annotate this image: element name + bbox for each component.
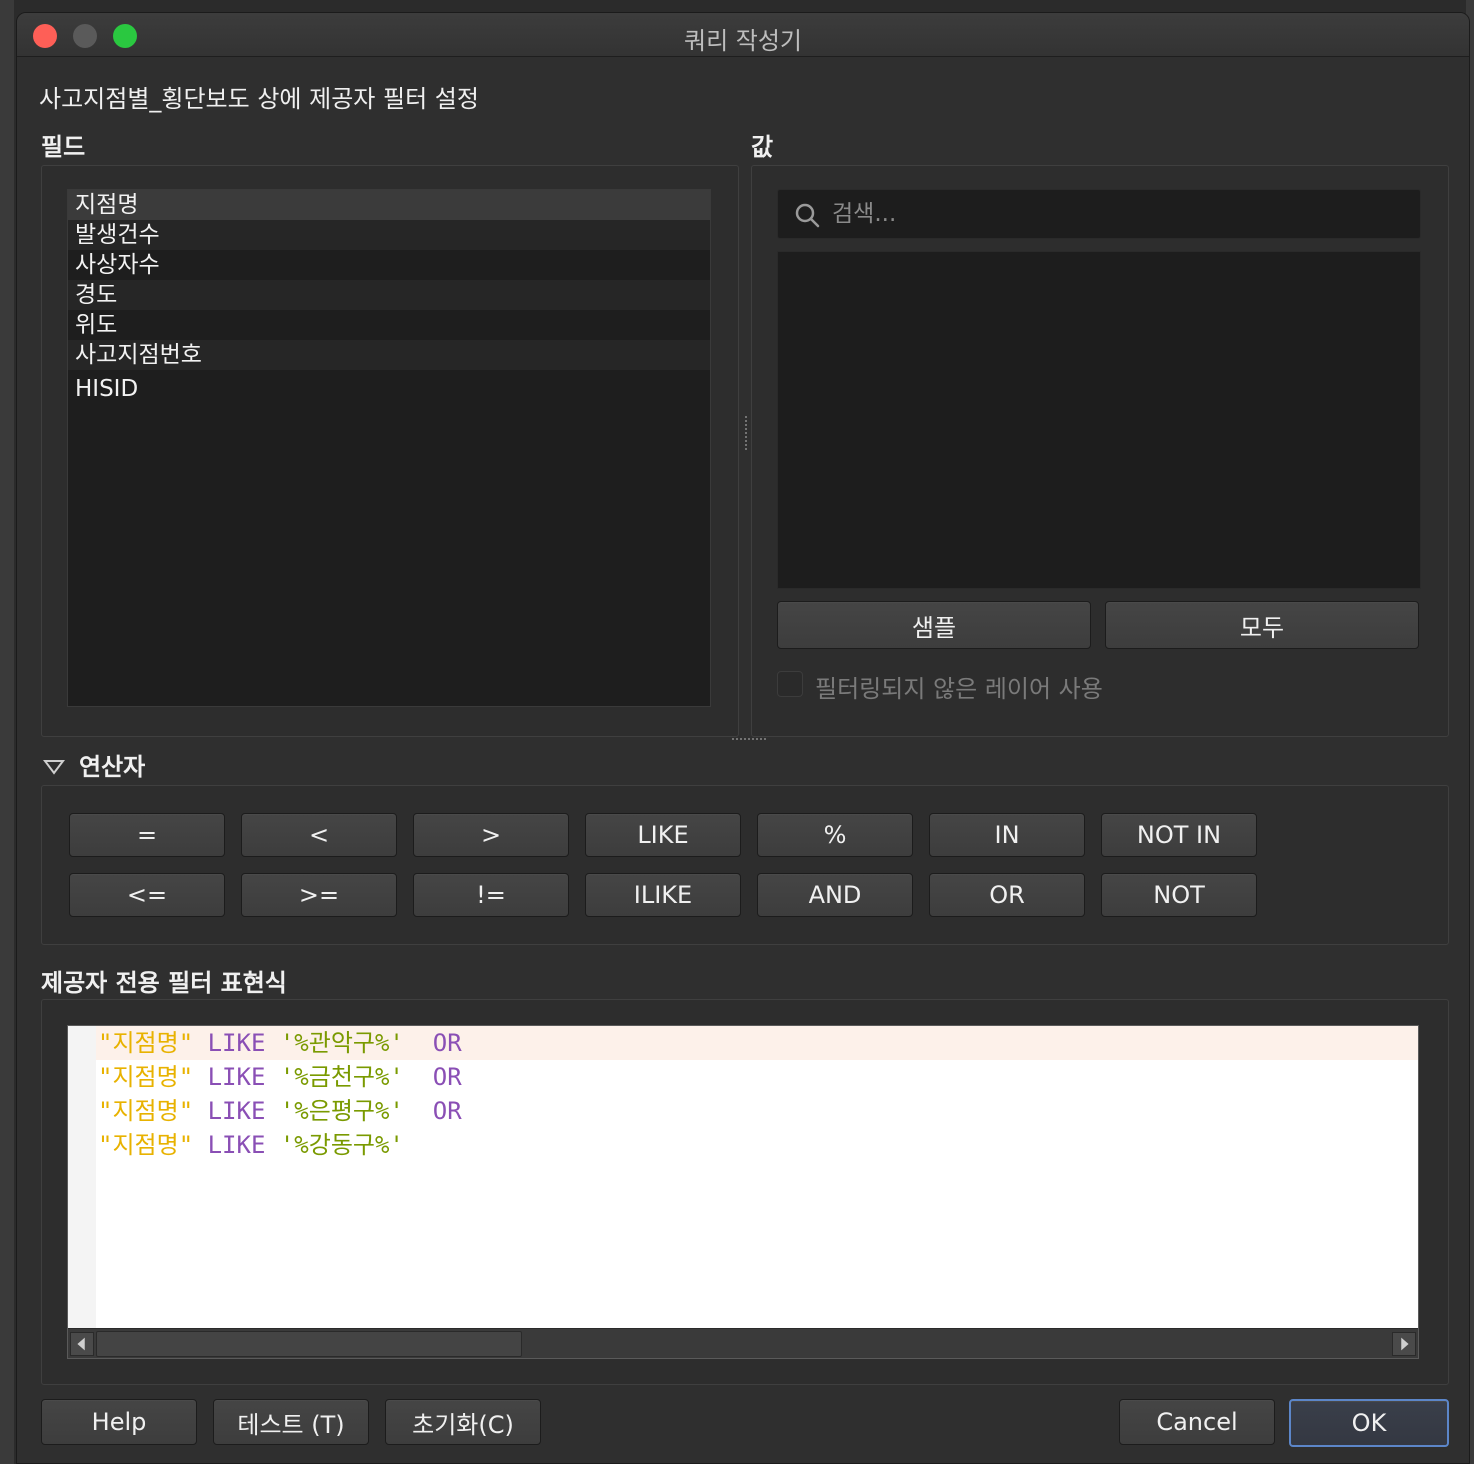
cancel-button[interactable]: Cancel (1119, 1399, 1275, 1445)
code-keyword-token: LIKE (207, 1097, 266, 1125)
operator-less-equal-button[interactable]: <= (69, 873, 225, 917)
dialog-heading: 사고지점별_횡단보도 상에 제공자 필터 설정 (39, 85, 479, 113)
operator-greater-than-button[interactable]: > (413, 813, 569, 857)
operator-not-button[interactable]: NOT (1101, 873, 1257, 917)
code-line: "지점명" LIKE '%은평구%' OR (96, 1094, 1418, 1128)
code-line: "지점명" LIKE '%관악구%' OR (96, 1026, 1418, 1060)
background-app-strip-left (0, 0, 14, 1464)
operator-greater-equal-button[interactable]: >= (241, 873, 397, 917)
operator-ilike-button[interactable]: ILIKE (585, 873, 741, 917)
code-string-token: '%금천구%' (279, 1063, 404, 1091)
all-values-button[interactable]: 모두 (1105, 601, 1419, 649)
scroll-right-button[interactable] (1392, 1332, 1416, 1356)
collapse-triangle-icon[interactable] (43, 759, 65, 775)
operator-equals-button[interactable]: = (69, 813, 225, 857)
expression-editor[interactable]: "지점명" LIKE '%관악구%' OR "지점명" LIKE '%금천구%'… (67, 1025, 1419, 1359)
title-bar[interactable]: 쿼리 작성기 (17, 13, 1469, 57)
field-list-item[interactable]: 경도 (68, 280, 710, 310)
use-unfiltered-layer-label: 필터링되지 않은 레이어 사용 (815, 675, 1103, 703)
editor-gutter (68, 1026, 96, 1328)
code-string-token: '%은평구%' (279, 1097, 404, 1125)
window-title: 쿼리 작성기 (683, 27, 803, 55)
code-field-token: "지점명" (98, 1097, 194, 1125)
code-keyword-token: LIKE (207, 1131, 266, 1159)
field-list-item[interactable]: 사상자수 (68, 250, 710, 280)
editor-code-area[interactable]: "지점명" LIKE '%관악구%' OR "지점명" LIKE '%금천구%'… (96, 1026, 1418, 1328)
code-field-token: "지점명" (98, 1063, 194, 1091)
values-label: 값 (751, 133, 774, 161)
fields-label: 필드 (41, 133, 86, 161)
operator-not-equal-button[interactable]: != (413, 873, 569, 917)
field-list[interactable]: 지점명 발생건수 사상자수 경도 위도 사고지점번호 HISID (67, 189, 711, 707)
test-button[interactable]: 테스트 (T) (213, 1399, 369, 1445)
code-line: "지점명" LIKE '%강동구%' (96, 1128, 1418, 1162)
code-keyword-token: OR (432, 1029, 462, 1057)
reset-button[interactable]: 초기화(C) (385, 1399, 541, 1445)
code-field-token: "지점명" (98, 1029, 194, 1057)
horizontal-scrollbar[interactable] (68, 1328, 1418, 1358)
arrow-left-icon (77, 1337, 85, 1351)
scroll-left-button[interactable] (70, 1332, 94, 1356)
code-line: "지점명" LIKE '%금천구%' OR (96, 1060, 1418, 1094)
field-list-item[interactable]: HISID (68, 374, 710, 404)
value-search-input[interactable] (832, 190, 1392, 238)
search-icon (795, 203, 820, 228)
code-keyword-token: OR (432, 1063, 462, 1091)
operator-like-button[interactable]: LIKE (585, 813, 741, 857)
code-keyword-token: OR (432, 1097, 462, 1125)
code-keyword-token: LIKE (207, 1063, 266, 1091)
help-button[interactable]: Help (41, 1399, 197, 1445)
operators-label: 연산자 (79, 753, 146, 781)
operator-or-button[interactable]: OR (929, 873, 1085, 917)
operator-not-in-button[interactable]: NOT IN (1101, 813, 1257, 857)
code-field-token: "지점명" (98, 1131, 194, 1159)
splitter-handle-vertical[interactable] (744, 415, 748, 451)
operator-less-than-button[interactable]: < (241, 813, 397, 857)
field-list-item[interactable]: 위도 (68, 310, 710, 340)
operator-percent-button[interactable]: % (757, 813, 913, 857)
sample-button[interactable]: 샘플 (777, 601, 1091, 649)
use-unfiltered-layer-checkbox[interactable] (777, 671, 803, 697)
code-string-token: '%관악구%' (279, 1029, 404, 1057)
operator-in-button[interactable]: IN (929, 813, 1085, 857)
code-keyword-token: LIKE (207, 1029, 266, 1057)
code-string-token: '%강동구%' (279, 1131, 404, 1159)
operators-group (41, 785, 1449, 945)
field-list-item[interactable]: 사고지점번호 (68, 340, 710, 370)
query-builder-dialog: 쿼리 작성기 사고지점별_횡단보도 상에 제공자 필터 설정 필드 값 지점명 … (16, 12, 1470, 1464)
splitter-handle-horizontal[interactable] (731, 737, 767, 741)
field-list-item[interactable]: 발생건수 (68, 220, 710, 250)
values-list[interactable] (777, 251, 1421, 589)
value-search-box (777, 189, 1421, 239)
ok-button[interactable]: OK (1289, 1399, 1449, 1447)
arrow-right-icon (1401, 1337, 1409, 1351)
expression-label: 제공자 전용 필터 표현식 (41, 969, 287, 997)
field-list-item[interactable]: 지점명 (68, 190, 710, 220)
operator-and-button[interactable]: AND (757, 873, 913, 917)
scrollbar-thumb[interactable] (96, 1331, 522, 1357)
